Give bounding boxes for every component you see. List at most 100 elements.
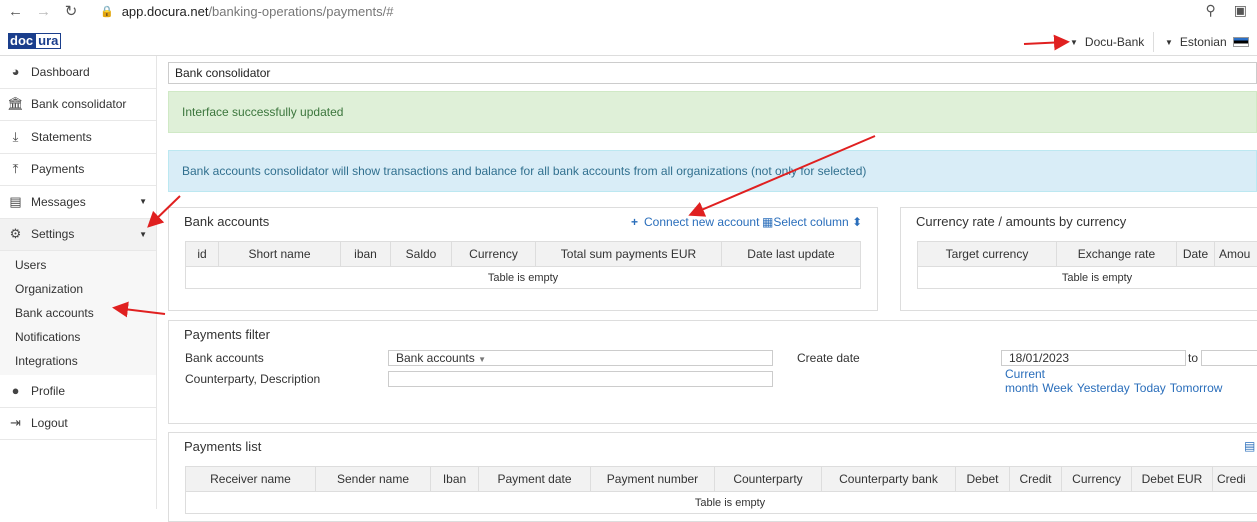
sidebar-item-dashboard[interactable]: ◕ Dashboard	[0, 56, 156, 89]
submenu-item-organization[interactable]: Organization	[0, 277, 156, 301]
caret-down-icon: ▼	[139, 197, 147, 206]
sidebar-item-label: Dashboard	[31, 65, 90, 79]
zoom-icon[interactable]: ⚲	[1206, 2, 1216, 19]
sidebar-item-label: Profile	[31, 384, 65, 398]
column-header[interactable]: Currency	[1062, 467, 1132, 492]
logout-icon: ⇥	[7, 416, 24, 430]
column-header[interactable]: Payment date	[479, 467, 591, 492]
column-header[interactable]: Target currency	[918, 242, 1057, 267]
reload-icon[interactable]: ↻	[64, 2, 78, 20]
today-link[interactable]: Today	[1134, 381, 1166, 395]
main-content: Bank consolidator Interface successfully…	[168, 56, 1257, 509]
week-link[interactable]: Week	[1042, 381, 1072, 395]
column-header[interactable]: id	[186, 242, 219, 267]
current-month-link[interactable]: Current month	[1005, 367, 1045, 395]
sidebar-item-payments[interactable]: ⤒ Payments	[0, 154, 156, 187]
tomorrow-link[interactable]: Tomorrow	[1170, 381, 1223, 395]
download-icon: ⤓	[7, 130, 24, 144]
payments-table: Receiver name Sender name Iban Payment d…	[185, 466, 1257, 514]
column-header[interactable]: iban	[341, 242, 391, 267]
sidebar: ◕ Dashboard 🏛 Bank consolidator ⤓ Statem…	[0, 56, 157, 509]
user-icon: ●	[7, 384, 24, 398]
export-icon[interactable]: ▤	[1244, 439, 1255, 453]
dashboard-icon: ◕	[7, 65, 24, 79]
bank-accounts-filter-label: Bank accounts	[185, 351, 264, 365]
back-icon[interactable]: ←	[8, 3, 22, 20]
extension-icon[interactable]: ▣	[1234, 2, 1247, 19]
breadcrumb: Bank consolidator	[168, 62, 1257, 84]
yesterday-link[interactable]: Yesterday	[1077, 381, 1130, 395]
sidebar-item-label: Messages	[31, 195, 86, 209]
sidebar-item-label: Settings	[31, 227, 74, 241]
submenu-item-notifications[interactable]: Notifications	[0, 325, 156, 349]
table-icon: ▦	[762, 215, 773, 229]
gear-icon: ⚙	[7, 227, 24, 241]
column-header[interactable]: Currency	[452, 242, 536, 267]
caret-down-icon: ▼	[478, 355, 486, 364]
caret-down-icon: ▼	[1165, 38, 1173, 47]
sidebar-item-statements[interactable]: ⤓ Statements	[0, 121, 156, 154]
table-header-row: Target currency Exchange rate Date Amou	[918, 242, 1257, 267]
column-header[interactable]: Date last update	[722, 242, 861, 267]
plus-icon: +	[631, 215, 638, 229]
url-host: app.docura.net	[122, 4, 209, 19]
sidebar-item-messages[interactable]: ▤ Messages ▼	[0, 186, 156, 219]
url-path: /banking-operations/payments/#	[208, 4, 393, 19]
docura-logo[interactable]: docura	[8, 33, 61, 49]
column-header[interactable]: Counterparty bank	[822, 467, 956, 492]
sidebar-item-profile[interactable]: ● Profile	[0, 375, 156, 408]
column-header[interactable]: Saldo	[391, 242, 452, 267]
language-menu[interactable]: ▼ Estonian	[1165, 28, 1249, 56]
lock-icon[interactable]: 🔒	[100, 5, 114, 18]
upload-icon: ⤒	[7, 162, 24, 176]
table-header-row: id Short name iban Saldo Currency Total …	[186, 242, 861, 267]
bank-accounts-select[interactable]: Bank accounts ▼	[388, 350, 773, 366]
submenu-item-bank-accounts[interactable]: Bank accounts	[0, 301, 156, 325]
sidebar-item-logout[interactable]: ⇥ Logout	[0, 408, 156, 441]
column-header[interactable]: Iban	[431, 467, 479, 492]
bank-accounts-table: id Short name iban Saldo Currency Total …	[185, 241, 861, 289]
org-menu[interactable]: ▼ Docu-Bank	[1070, 28, 1144, 56]
table-row: Table is empty	[186, 492, 1257, 514]
forward-icon[interactable]: →	[36, 3, 50, 20]
column-header[interactable]: Debet	[956, 467, 1010, 492]
column-header[interactable]: Counterparty	[715, 467, 822, 492]
app-header: docura ▼ Docu-Bank ▼ Estonian	[0, 28, 1257, 56]
address-bar[interactable]: app.docura.net/banking-operations/paymen…	[122, 4, 394, 19]
browser-nav: ← → ↻	[0, 2, 78, 20]
empty-table-message: Table is empty	[186, 492, 1257, 514]
date-from-input[interactable]: 18/01/2023	[1001, 350, 1186, 366]
table-header-row: Receiver name Sender name Iban Payment d…	[186, 467, 1257, 492]
divider	[1153, 32, 1154, 52]
panel-title: Payments filter	[184, 327, 270, 342]
message-icon: ▤	[7, 195, 24, 209]
column-header[interactable]: Payment number	[591, 467, 715, 492]
sidebar-item-bank-consolidator[interactable]: 🏛 Bank consolidator	[0, 89, 156, 122]
column-header[interactable]: Amou	[1215, 242, 1257, 267]
counterparty-filter-label: Counterparty, Description	[185, 372, 320, 386]
settings-submenu: Users Organization Bank accounts Notific…	[0, 251, 156, 375]
submenu-item-users[interactable]: Users	[0, 253, 156, 277]
counterparty-input[interactable]	[388, 371, 773, 387]
column-header[interactable]: Credi	[1213, 467, 1257, 492]
estonia-flag-icon	[1233, 37, 1249, 47]
select-column-link[interactable]: ▦Select column ⬍	[762, 215, 862, 229]
column-header[interactable]: Debet EUR	[1132, 467, 1213, 492]
empty-table-message: Table is empty	[918, 267, 1257, 289]
column-header[interactable]: Date	[1177, 242, 1215, 267]
empty-table-message: Table is empty	[186, 267, 861, 289]
column-header[interactable]: Total sum payments EUR	[536, 242, 722, 267]
column-header[interactable]: Short name	[219, 242, 341, 267]
column-header[interactable]: Credit	[1010, 467, 1062, 492]
sidebar-item-settings[interactable]: ⚙ Settings ▼	[0, 219, 156, 252]
to-label: to	[1188, 351, 1198, 365]
date-to-input[interactable]	[1201, 350, 1257, 366]
submenu-item-integrations[interactable]: Integrations	[0, 349, 156, 373]
column-header[interactable]: Receiver name	[186, 467, 316, 492]
browser-toolbar: ← → ↻ 🔒 app.docura.net/banking-operation…	[0, 0, 1257, 22]
sort-icon: ⬍	[852, 215, 862, 229]
column-header[interactable]: Exchange rate	[1057, 242, 1177, 267]
connect-new-account-link[interactable]: +Connect new account	[631, 215, 759, 229]
column-header[interactable]: Sender name	[316, 467, 431, 492]
language-menu-label: Estonian	[1180, 35, 1227, 49]
